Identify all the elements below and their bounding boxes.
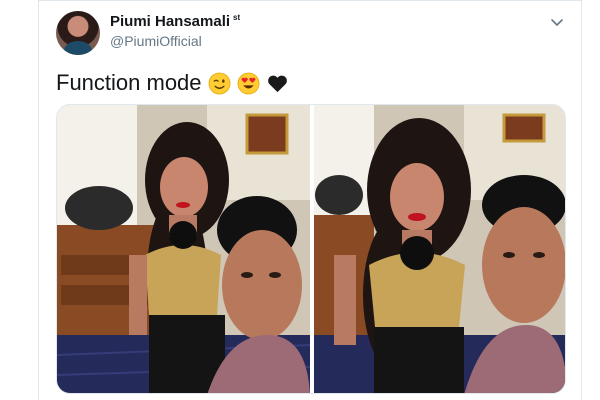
- photo-1[interactable]: [57, 105, 310, 393]
- author-badge: st: [233, 13, 241, 22]
- author-name-text: Piumi Hansamali: [110, 13, 231, 30]
- winking-face-icon: [208, 72, 231, 95]
- photo-2[interactable]: [314, 105, 565, 393]
- author-handle[interactable]: @PiumiOfficial: [110, 33, 202, 49]
- heart-eyes-face-icon: [237, 72, 260, 95]
- tweet-media[interactable]: [56, 104, 566, 394]
- tweet-text-content: Function mode: [56, 70, 202, 95]
- tweet-text: Function mode: [56, 70, 289, 96]
- avatar-figure: [64, 41, 92, 55]
- author-name[interactable]: Piumi Hansamali st: [110, 13, 240, 30]
- chevron-down-icon[interactable]: [549, 14, 565, 30]
- tweet-card[interactable]: Piumi Hansamali st @PiumiOfficial Functio…: [38, 0, 582, 400]
- author-avatar[interactable]: [56, 11, 100, 55]
- divider: [39, 0, 581, 1]
- black-heart-icon: [266, 72, 289, 95]
